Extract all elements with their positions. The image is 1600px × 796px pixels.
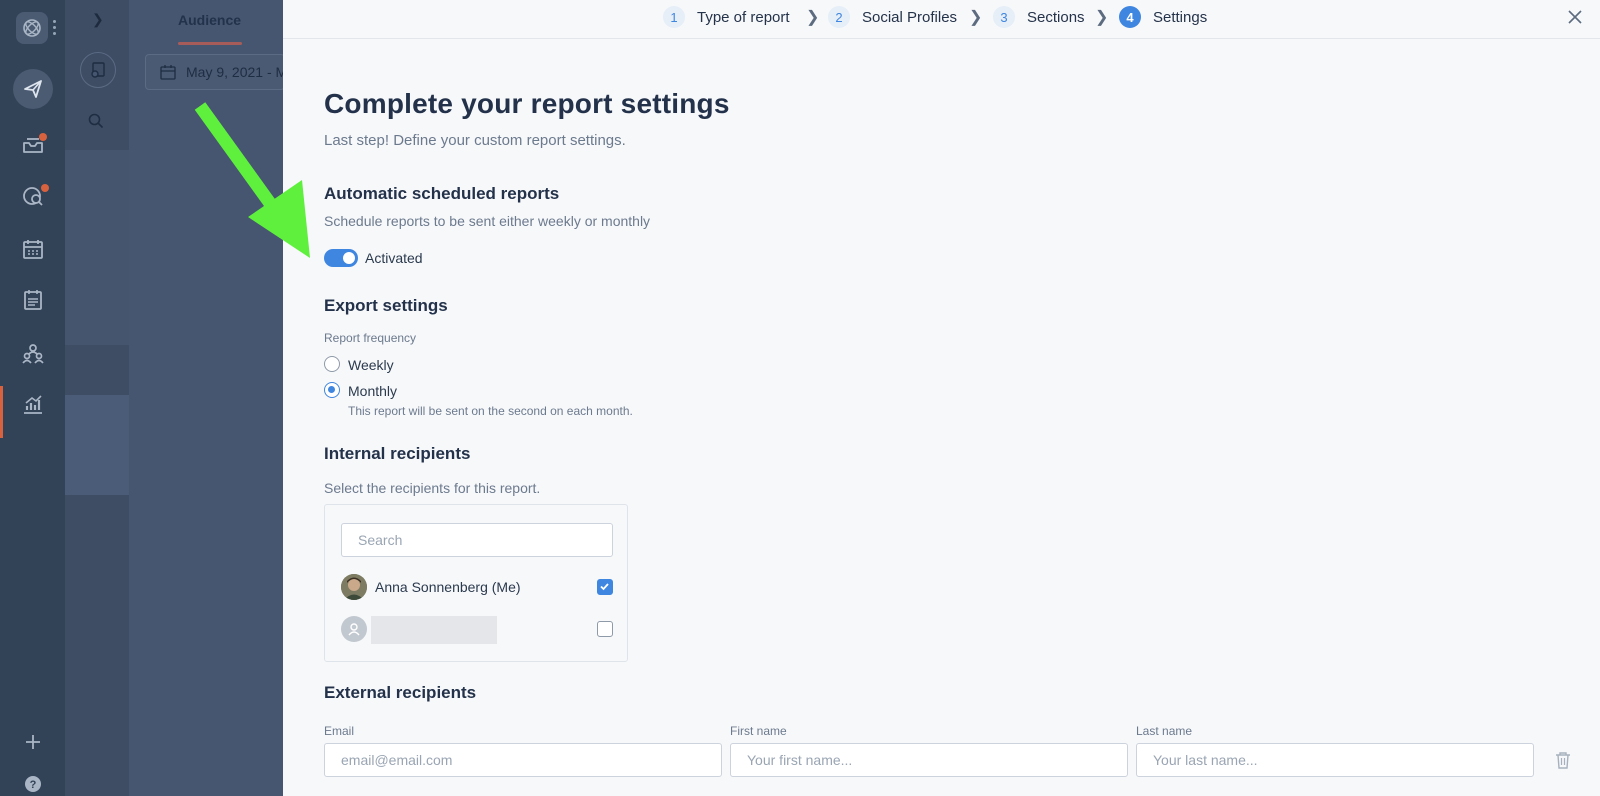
team-icon[interactable]: [13, 333, 53, 373]
listening-icon[interactable]: [13, 176, 53, 216]
weekly-radio[interactable]: [324, 356, 340, 372]
step-social-profiles[interactable]: 2 Social Profiles: [828, 6, 957, 28]
report-type-icon[interactable]: [80, 52, 116, 88]
close-icon[interactable]: [1564, 6, 1586, 28]
more-menu-icon[interactable]: [53, 20, 57, 36]
date-range-picker[interactable]: May 9, 2021 - M: [145, 54, 285, 90]
step-number: 3: [993, 6, 1015, 28]
last-name-label: Last name: [1136, 724, 1193, 738]
last-name-field[interactable]: [1136, 743, 1534, 777]
reports-icon[interactable]: [13, 384, 53, 424]
toggle-knob: [343, 252, 355, 264]
search-icon[interactable]: [88, 113, 104, 134]
recipient-search-input[interactable]: [341, 523, 613, 557]
step-label: Type of report: [697, 8, 790, 26]
chevron-right-icon: ❯: [1095, 9, 1109, 26]
step-sections[interactable]: 3 Sections: [993, 6, 1085, 28]
compose-icon[interactable]: [13, 69, 53, 109]
email-label: Email: [324, 724, 355, 738]
chevron-right-icon: ❯: [969, 9, 983, 26]
tab-active-underline: [178, 42, 242, 45]
calendar-icon[interactable]: [13, 229, 53, 269]
step-label: Settings: [1153, 8, 1208, 26]
first-name-label: First name: [730, 724, 787, 738]
report-frequency-label: Report frequency: [324, 331, 417, 345]
scheduled-reports-toggle[interactable]: [324, 249, 358, 267]
step-number: 4: [1119, 6, 1141, 28]
wizard-stepper: 1 Type of report ❯ 2 Social Profiles ❯ 3…: [283, 0, 1600, 39]
report-settings-panel: 1 Type of report ❯ 2 Social Profiles ❯ 3…: [283, 0, 1600, 796]
internal-recipients-desc: Select the recipients for this report.: [324, 480, 541, 496]
recipient-name-redacted: [371, 616, 497, 644]
external-recipients-title: External recipients: [324, 683, 477, 702]
page-title: Complete your report settings: [324, 88, 730, 119]
email-field[interactable]: [324, 743, 722, 777]
recipient-row[interactable]: Anna Sonnenberg (Me): [341, 574, 613, 602]
calendar-icon: [160, 65, 176, 80]
help-icon[interactable]: ?: [13, 764, 53, 796]
step-number: 1: [663, 6, 685, 28]
first-name-field[interactable]: [730, 743, 1128, 777]
frequency-help-text: This report will be sent on the second o…: [348, 404, 633, 418]
content-icon[interactable]: [13, 280, 53, 320]
annotation-arrow-icon: [194, 102, 310, 258]
weekly-radio-label: Weekly: [348, 357, 394, 373]
user-placeholder-icon: [341, 616, 367, 642]
avatar: [341, 574, 367, 600]
date-range-text: May 9, 2021 - M: [186, 64, 285, 80]
internal-recipients-title: Internal recipients: [324, 444, 471, 463]
page-subtitle: Last step! Define your custom report set…: [324, 132, 626, 149]
main-nav: ?: [0, 0, 65, 796]
monthly-radio[interactable]: [324, 382, 340, 398]
step-label: Sections: [1027, 8, 1085, 26]
recipient-name: Anna Sonnenberg (Me): [375, 579, 521, 595]
monthly-radio-label: Monthly: [348, 383, 398, 399]
svg-text:?: ?: [30, 779, 37, 791]
toggle-label: Activated: [365, 250, 423, 266]
app-logo-icon[interactable]: [16, 12, 48, 44]
trash-icon[interactable]: [1555, 751, 1571, 774]
step-settings[interactable]: 4 Settings: [1119, 6, 1207, 28]
recipient-row[interactable]: [341, 616, 613, 644]
active-indicator: [0, 386, 3, 438]
recipients-list: Anna Sonnenberg (Me): [324, 504, 628, 662]
tab-audience[interactable]: Audience: [178, 12, 241, 28]
chevron-right-icon: ❯: [806, 9, 820, 26]
step-type-of-report[interactable]: 1 Type of report: [663, 6, 790, 28]
export-settings-title: Export settings: [324, 296, 448, 315]
inbox-icon[interactable]: [13, 124, 53, 164]
recipient-checkbox[interactable]: [597, 621, 613, 637]
step-label: Social Profiles: [862, 8, 958, 26]
add-icon[interactable]: [13, 722, 53, 762]
expand-chevron-icon[interactable]: ❯: [92, 11, 104, 28]
scheduled-reports-desc: Schedule reports to be sent either weekl…: [324, 213, 651, 229]
scheduled-reports-title: Automatic scheduled reports: [324, 184, 560, 203]
recipient-checkbox[interactable]: [597, 579, 613, 595]
step-number: 2: [828, 6, 850, 28]
